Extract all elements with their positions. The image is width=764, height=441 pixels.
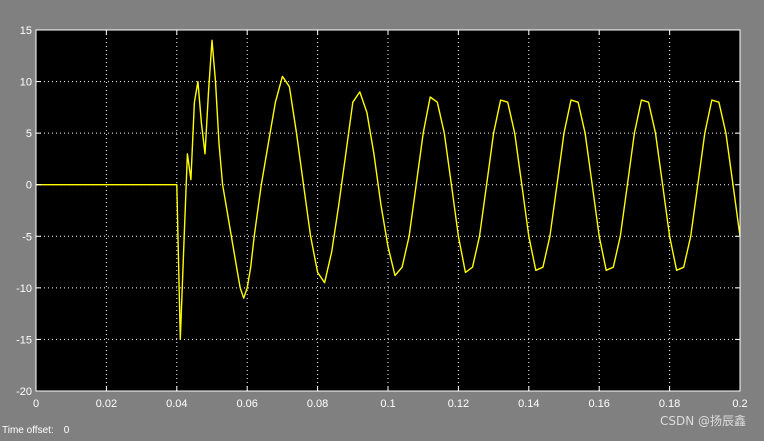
watermark: CSDN @扬辰鑫 bbox=[659, 414, 746, 428]
y-tick-label: -15 bbox=[16, 334, 32, 346]
x-tick-label: 0.04 bbox=[166, 398, 187, 410]
x-tick-label: 0.2 bbox=[732, 398, 747, 410]
status-bar: Time offset: 0 bbox=[0, 423, 69, 439]
scope-chart: 0 0.02 0.04 0.06 0.08 0.1 0.12 0.14 0.16 0.18 0.2 -… bbox=[16, 25, 748, 410]
x-tick-label: 0.16 bbox=[588, 398, 609, 410]
time-offset-value: 0 bbox=[63, 425, 70, 436]
x-tick-label: 0.06 bbox=[236, 398, 257, 410]
y-tick-label: 10 bbox=[20, 77, 32, 89]
y-tick-label: -20 bbox=[16, 386, 32, 398]
y-tick-label: -10 bbox=[16, 283, 32, 295]
x-tick-label: 0.18 bbox=[659, 398, 680, 410]
x-tick-label: 0.1 bbox=[380, 398, 395, 410]
x-tick-label: 0 bbox=[33, 398, 39, 410]
time-offset-label: Time offset: bbox=[2, 425, 54, 436]
y-tick-label: 5 bbox=[26, 128, 32, 140]
x-tick-label: 0.12 bbox=[448, 398, 469, 410]
y-tick-label: -5 bbox=[22, 231, 32, 243]
x-tick-label: 0.02 bbox=[96, 398, 117, 410]
x-tick-label: 0.08 bbox=[307, 398, 328, 410]
x-tick-label: 0.14 bbox=[518, 398, 539, 410]
y-tick-label: 0 bbox=[26, 180, 32, 192]
y-tick-label: 15 bbox=[20, 25, 32, 37]
